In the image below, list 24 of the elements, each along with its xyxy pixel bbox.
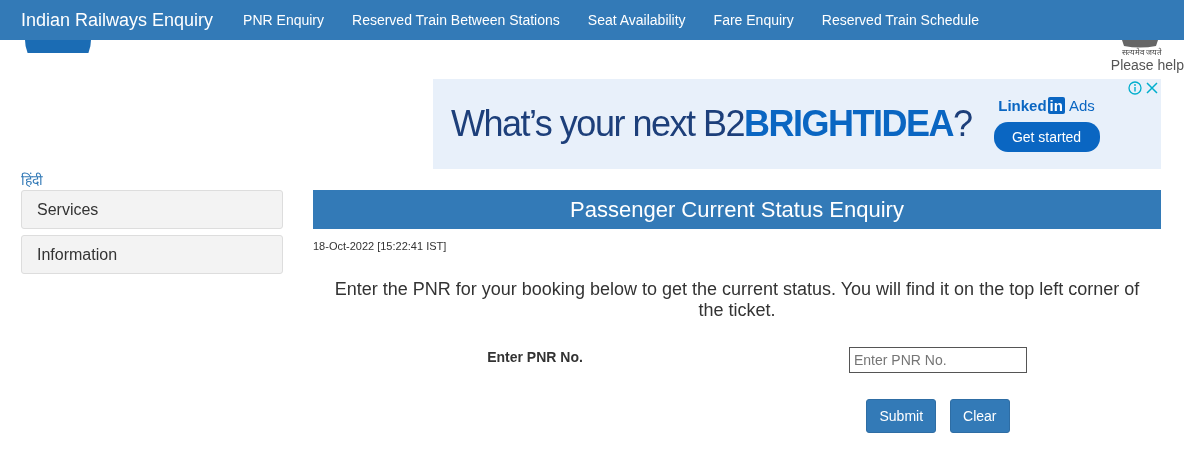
ad-brand-logo: Linked in Ads	[998, 96, 1095, 114]
ad-banner[interactable]: What’s your next B2BRIGHTIDEA? Linked in Ads Get started	[433, 79, 1161, 169]
nav-link[interactable]: Fare Enquiry	[713, 12, 794, 28]
info-icon[interactable]	[1128, 81, 1142, 95]
pnr-input[interactable]: Enter PNR No.	[849, 347, 1027, 373]
ad-headline: What’s your next B2BRIGHTIDEA?	[451, 103, 972, 145]
page-title: Passenger Current Status Enquiry	[313, 190, 1161, 229]
sidebar-item[interactable]: Information	[21, 235, 283, 274]
emblem-motto: सत्यमेव जयते	[1121, 48, 1162, 57]
nav-link[interactable]: Reserved Train Between Stations	[352, 12, 560, 28]
instructions: Enter the PNR for your booking below to get the current status. You will find it on the top left corner of the ticket.	[333, 279, 1141, 321]
close-icon[interactable]	[1146, 82, 1158, 94]
pnr-label: Enter PNR No.	[487, 349, 583, 367]
timestamp: 18-Oct-2022 [15:22:41 IST]	[313, 240, 448, 252]
clear-button[interactable]: Clear	[950, 399, 1010, 433]
submit-button[interactable]: Submit	[866, 399, 937, 433]
language-link[interactable]: हिंदी	[21, 170, 43, 190]
help-text: Please help	[1110, 57, 1184, 73]
get-started-button[interactable]: Get started	[993, 121, 1100, 152]
nav-link[interactable]: PNR Enquiry	[243, 12, 324, 28]
nav-link[interactable]: Reserved Train Schedule	[821, 12, 979, 28]
nav-link[interactable]: Seat Availability	[587, 12, 686, 28]
brand-link[interactable]: Indian Railways Enquiry	[21, 9, 214, 31]
sidebar-item[interactable]: Services	[21, 190, 283, 229]
